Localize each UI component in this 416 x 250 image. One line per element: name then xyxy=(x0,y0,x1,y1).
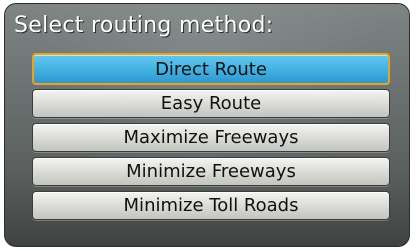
page-title: Select routing method: xyxy=(14,13,274,38)
routing-method-menu: Direct Route Easy Route Maximize Freeway… xyxy=(32,53,390,225)
option-minimize-toll-roads[interactable]: Minimize Toll Roads xyxy=(32,191,390,220)
option-label: Easy Route xyxy=(160,93,262,114)
nav-screen: Select routing method: Direct Route Easy… xyxy=(4,3,410,247)
option-label: Minimize Toll Roads xyxy=(123,195,299,216)
option-maximize-freeways[interactable]: Maximize Freeways xyxy=(32,123,390,152)
option-label: Maximize Freeways xyxy=(123,127,299,148)
option-easy-route[interactable]: Easy Route xyxy=(32,89,390,118)
option-label: Minimize Freeways xyxy=(126,161,296,182)
option-minimize-freeways[interactable]: Minimize Freeways xyxy=(32,157,390,186)
option-label: Direct Route xyxy=(155,58,267,80)
option-direct-route[interactable]: Direct Route xyxy=(32,53,390,85)
